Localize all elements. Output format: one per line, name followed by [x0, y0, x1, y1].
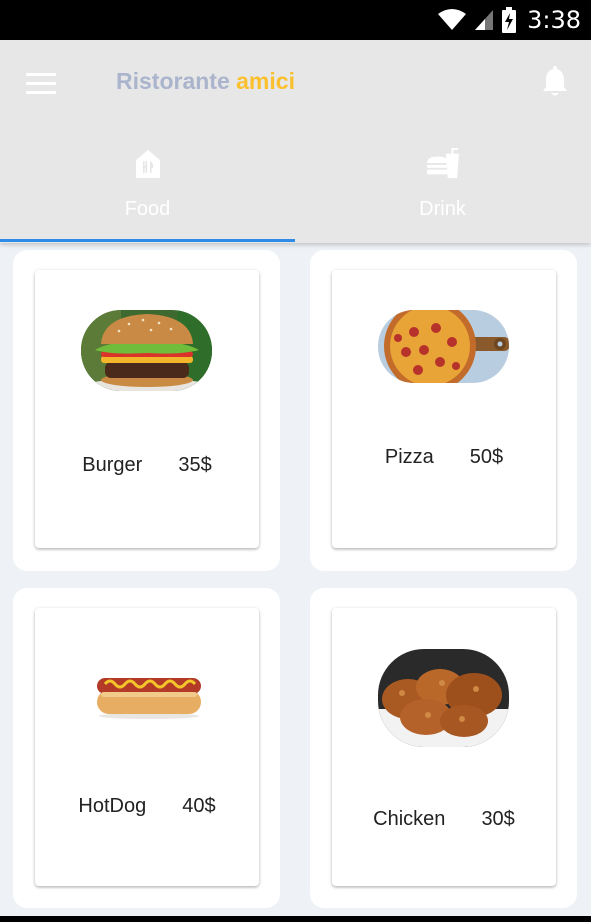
- food-grid: Burger 35$ Pizza 50$ HotDog 40$ Chicken …: [0, 243, 591, 922]
- app-title-part1: Ristorante: [116, 68, 230, 94]
- tab-drink[interactable]: Drink: [295, 140, 590, 243]
- food-info-row: Burger 35$: [35, 454, 259, 477]
- restaurant-icon: [135, 150, 160, 178]
- status-bar: 3:38: [0, 0, 591, 40]
- navigation-bar: [0, 916, 591, 922]
- fastfood-icon: [426, 148, 459, 179]
- burger-image: [81, 310, 212, 391]
- food-name: Burger: [82, 454, 143, 476]
- food-info-row: Chicken 30$: [332, 808, 556, 831]
- food-price: 40$: [182, 795, 216, 817]
- tab-food[interactable]: Food: [0, 140, 295, 243]
- app-title: Ristorante amici: [116, 68, 295, 95]
- tab-food-label: Food: [124, 198, 171, 220]
- food-item-hotdog[interactable]: HotDog 40$: [35, 608, 259, 886]
- pizza-image: [378, 310, 509, 383]
- menu-icon-line: [26, 73, 56, 76]
- wifi-icon: [438, 9, 467, 30]
- food-price: 30$: [481, 808, 515, 830]
- notifications-button[interactable]: [541, 66, 569, 103]
- food-name: Pizza: [384, 446, 434, 468]
- food-card: HotDog 40$: [13, 588, 280, 908]
- food-name: HotDog: [78, 795, 147, 817]
- food-price: 35$: [178, 454, 212, 476]
- bell-icon: [543, 66, 567, 96]
- food-item-chicken[interactable]: Chicken 30$: [332, 608, 556, 886]
- food-card: Burger 35$: [13, 250, 280, 571]
- food-card: Pizza 50$: [310, 250, 577, 571]
- food-info-row: Pizza 50$: [332, 446, 556, 469]
- battery-icon: [502, 7, 517, 33]
- menu-icon-line: [26, 82, 56, 85]
- chicken-image: [378, 649, 509, 747]
- hotdog-image: [97, 678, 201, 719]
- food-name: Chicken: [373, 808, 446, 830]
- food-info-row: HotDog 40$: [35, 795, 259, 818]
- menu-button[interactable]: [26, 73, 56, 95]
- food-item-pizza[interactable]: Pizza 50$: [332, 270, 556, 548]
- menu-icon-line: [26, 91, 56, 94]
- tab-drink-label: Drink: [419, 198, 466, 220]
- clock-time: 3:38: [527, 6, 581, 34]
- app-bar: Ristorante amici Food Drink: [0, 40, 591, 243]
- app-title-part2: amici: [236, 68, 295, 94]
- food-price: 50$: [469, 446, 504, 468]
- signal-icon: [475, 10, 494, 30]
- tab-bar: Food Drink: [0, 140, 591, 243]
- food-item-burger[interactable]: Burger 35$: [35, 270, 259, 548]
- food-card: Chicken 30$: [310, 588, 577, 908]
